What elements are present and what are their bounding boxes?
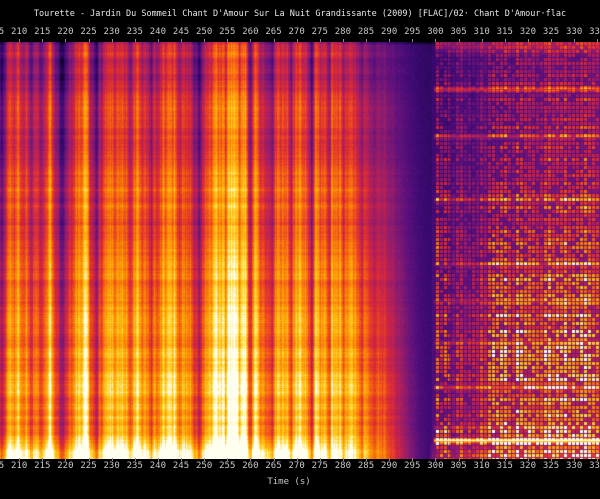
tick-label-top: 245 xyxy=(173,27,189,37)
tick-label-bottom: 280 xyxy=(335,461,351,471)
tick-label-bottom: 300 xyxy=(427,461,443,471)
tick-label-bottom: 275 xyxy=(312,461,328,471)
tick-label-bottom: 325 xyxy=(543,461,559,471)
tick-label-top: 265 xyxy=(265,27,281,37)
tick-label-top: 270 xyxy=(288,27,304,37)
time-axis-bottom: 205 210 215 220 225 230 235 240 245 250 255 260 265 2… xyxy=(0,461,600,473)
tick-label-bottom: 250 xyxy=(196,461,212,471)
time-axis-top: 205 210 215 220 225 230 235 240 245 250 255 260 265 2… xyxy=(0,27,600,39)
tick-label-top: 225 xyxy=(80,27,96,37)
tick-label-top: 320 xyxy=(520,27,536,37)
tick-label-bottom: 265 xyxy=(265,461,281,471)
tick-label-bottom: 270 xyxy=(288,461,304,471)
tick-label-top: 210 xyxy=(11,27,27,37)
tick-label-top: 285 xyxy=(358,27,374,37)
tick-label-top: 305 xyxy=(450,27,466,37)
tick-label-bottom: 205 xyxy=(0,461,4,471)
tick-label-bottom: 225 xyxy=(80,461,96,471)
tick-label-top: 230 xyxy=(103,27,119,37)
tick-label-top: 250 xyxy=(196,27,212,37)
tick-label-top: 295 xyxy=(404,27,420,37)
tick-label-top: 255 xyxy=(219,27,235,37)
tick-label-top: 275 xyxy=(312,27,328,37)
tick-label-top: 330 xyxy=(566,27,582,37)
tick-label-top: 235 xyxy=(127,27,143,37)
tick-label-top: 240 xyxy=(150,27,166,37)
tick-label-bottom: 210 xyxy=(11,461,27,471)
tick-label-bottom: 260 xyxy=(242,461,258,471)
tick-label-bottom: 235 xyxy=(127,461,143,471)
tick-label-top: 280 xyxy=(335,27,351,37)
spectrogram-window: Tourette - Jardin Du Sommeil Chant D'Amo… xyxy=(0,0,600,499)
tick-label-top: 315 xyxy=(497,27,513,37)
tick-label-bottom: 315 xyxy=(497,461,513,471)
tick-label-top: 260 xyxy=(242,27,258,37)
tick-label-bottom: 220 xyxy=(57,461,73,471)
tick-label-bottom: 285 xyxy=(358,461,374,471)
tick-label-top: 335 xyxy=(589,27,600,37)
spectrogram-canvas xyxy=(0,42,600,459)
tick-label-bottom: 335 xyxy=(589,461,600,471)
tick-label-top: 205 xyxy=(0,27,4,37)
tick-label-bottom: 330 xyxy=(566,461,582,471)
tick-label-bottom: 255 xyxy=(219,461,235,471)
tick-label-bottom: 240 xyxy=(150,461,166,471)
tick-label-top: 310 xyxy=(473,27,489,37)
tick-label-top: 290 xyxy=(381,27,397,37)
tick-label-bottom: 320 xyxy=(520,461,536,471)
tick-label-bottom: 305 xyxy=(450,461,466,471)
tick-label-bottom: 230 xyxy=(103,461,119,471)
tick-label-bottom: 215 xyxy=(34,461,50,471)
window-title: Tourette - Jardin Du Sommeil Chant D'Amo… xyxy=(0,9,600,19)
tick-label-bottom: 310 xyxy=(473,461,489,471)
tick-label-top: 325 xyxy=(543,27,559,37)
tick-label-bottom: 245 xyxy=(173,461,189,471)
tick-label-top: 300 xyxy=(427,27,443,37)
tick-label-bottom: 290 xyxy=(381,461,397,471)
tick-label-top: 220 xyxy=(57,27,73,37)
tick-label-bottom: 295 xyxy=(404,461,420,471)
tick-label-top: 215 xyxy=(34,27,50,37)
x-axis-label: Time (s) xyxy=(0,477,578,487)
